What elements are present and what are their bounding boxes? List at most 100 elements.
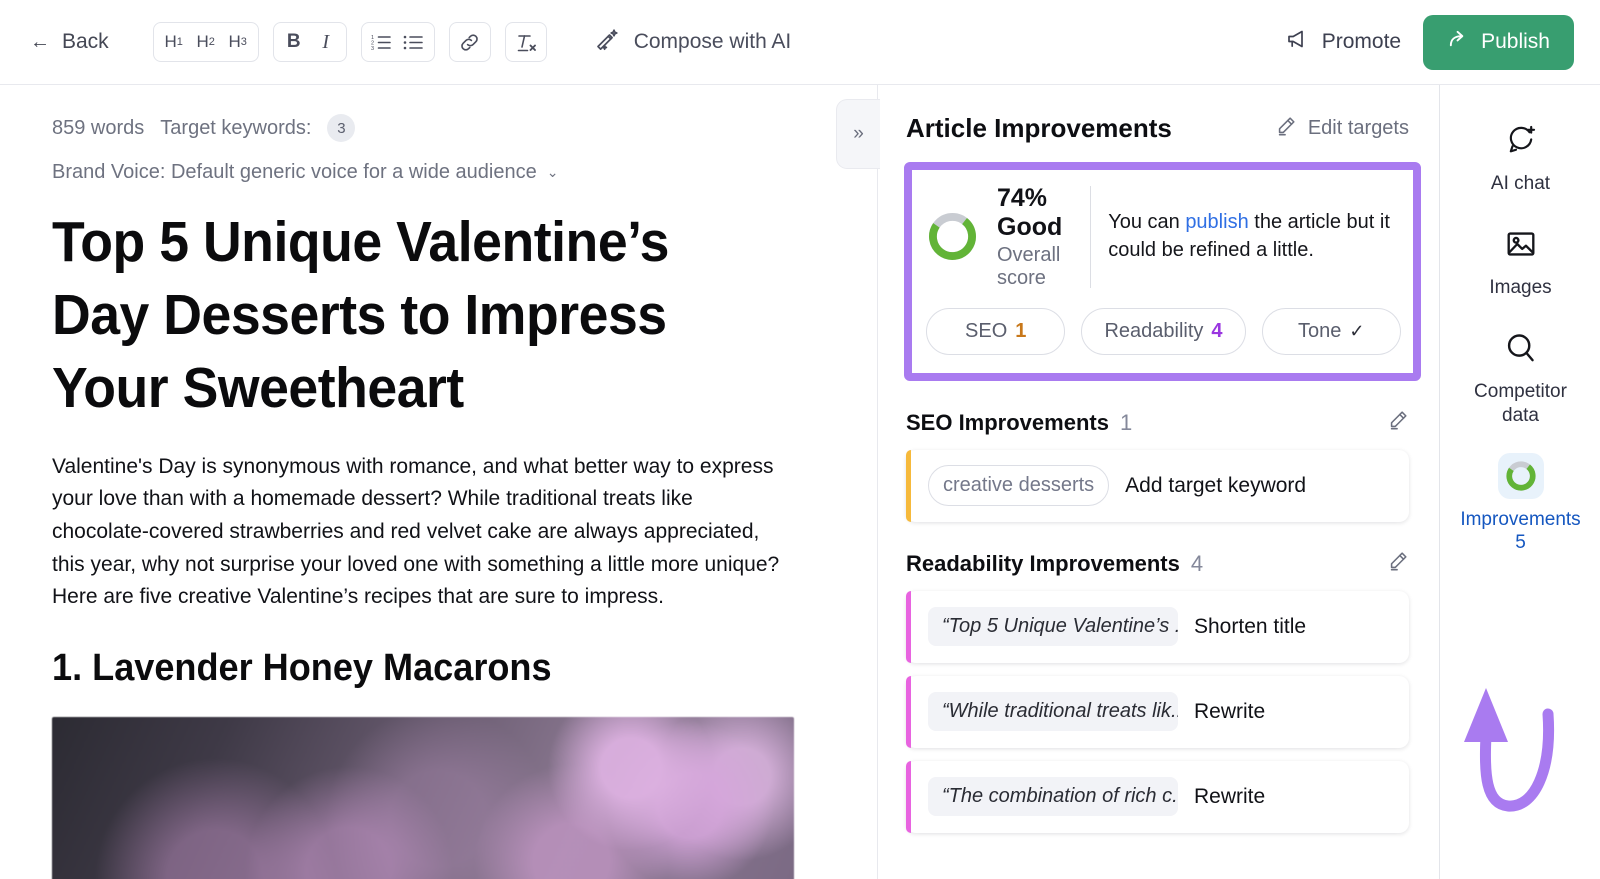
toolbar-right-actions: Promote Publish: [1271, 15, 1600, 70]
target-keywords-label: Target keywords:: [160, 117, 311, 140]
heading-button-group: H1 H2 H3: [153, 22, 259, 62]
score-divider: [1090, 186, 1091, 288]
score-donut-icon: [926, 210, 979, 263]
readability-snippet: “While traditional treats lik...: [928, 692, 1178, 731]
search-icon: [1498, 325, 1544, 371]
compose-with-ai-button[interactable]: Compose with AI: [595, 27, 792, 58]
publish-link[interactable]: publish: [1185, 211, 1248, 233]
readability-snippet: “Top 5 Unique Valentine’s ...: [928, 607, 1178, 646]
edit-targets-button[interactable]: Edit targets: [1275, 115, 1409, 143]
megaphone-icon: [1285, 27, 1309, 57]
readability-edit-icon[interactable]: [1387, 550, 1409, 578]
sidebar-item-improvements[interactable]: Improvements 5: [1441, 453, 1600, 554]
score-text: 74% Good Overall score: [997, 184, 1070, 290]
readability-card-action: Rewrite: [1194, 700, 1265, 724]
back-button[interactable]: ← Back: [30, 30, 109, 54]
article-section-heading[interactable]: 1. Lavender Honey Macarons: [52, 647, 786, 690]
svg-text:3: 3: [371, 46, 374, 51]
readability-improvement-card[interactable]: “The combination of rich c... Rewrite: [906, 761, 1409, 833]
pill-seo-value: 1: [1015, 320, 1026, 343]
publish-label: Publish: [1481, 30, 1550, 54]
clear-format-group: [505, 22, 547, 62]
promote-label: Promote: [1322, 30, 1401, 54]
score-donut-icon: [1498, 453, 1544, 499]
h3-button[interactable]: H3: [222, 26, 254, 58]
link-icon[interactable]: [454, 26, 486, 58]
overall-score-highlight: 74% Good Overall score You can publish t…: [904, 162, 1421, 381]
bullet-list-icon[interactable]: [398, 26, 430, 58]
pill-tone-check-icon: ✓: [1349, 321, 1364, 342]
pill-tone-label: Tone: [1298, 320, 1341, 343]
seo-keyword-chip: creative desserts: [928, 465, 1109, 506]
ai-chat-icon: [1498, 117, 1544, 163]
target-keywords-count[interactable]: 3: [327, 114, 355, 142]
back-label: Back: [62, 30, 109, 54]
compose-label: Compose with AI: [634, 30, 792, 54]
sidebar-label-competitor-data: Competitor data: [1456, 380, 1586, 426]
panel-collapse-button[interactable]: »: [836, 99, 880, 169]
top-toolbar: ← Back H1 H2 H3 B I 1 2 3: [0, 0, 1600, 85]
score-sublabel: Overall score: [997, 244, 1070, 290]
score-message-before: You can: [1108, 211, 1185, 233]
seo-improvement-card[interactable]: creative desserts Add target keyword: [906, 450, 1409, 522]
italic-button[interactable]: I: [310, 26, 342, 58]
link-button-group: [449, 22, 491, 62]
article-meta-row: 859 words Target keywords: 3: [52, 114, 825, 142]
sidebar-label-images: Images: [1489, 276, 1551, 299]
back-arrow-icon: ←: [30, 32, 50, 52]
pill-tone[interactable]: Tone ✓: [1262, 308, 1401, 355]
chevron-down-icon: ⌄: [547, 164, 559, 181]
image-icon: [1498, 221, 1544, 267]
seo-card-action: Add target keyword: [1125, 474, 1306, 498]
edit-targets-label: Edit targets: [1308, 117, 1409, 140]
share-arrow-icon: [1447, 28, 1470, 57]
lavender-photo: [52, 717, 794, 879]
sidebar-item-competitor-data[interactable]: Competitor data: [1441, 325, 1600, 426]
pill-readability-value: 4: [1211, 320, 1222, 343]
clear-formatting-icon[interactable]: [510, 26, 542, 58]
readability-improvements-header: Readability Improvements 4: [906, 550, 1409, 578]
h1-button[interactable]: H1: [158, 26, 190, 58]
ordered-list-icon[interactable]: 1 2 3: [366, 26, 398, 58]
pill-readability[interactable]: Readability 4: [1081, 308, 1245, 355]
article-paragraph[interactable]: Valentine's Day is synonymous with roman…: [52, 451, 792, 614]
word-count: 859 words: [52, 117, 144, 140]
readability-card-action: Shorten title: [1194, 615, 1306, 639]
article-title[interactable]: Top 5 Unique Valentine’s Day Desserts to…: [52, 206, 779, 425]
score-pill-row: SEO 1 Readability 4 Tone ✓: [926, 308, 1401, 355]
score-row: 74% Good Overall score You can publish t…: [926, 184, 1401, 290]
brand-voice-label: Brand Voice: Default generic voice for a…: [52, 161, 537, 184]
seo-improvements-header: SEO Improvements 1: [906, 409, 1409, 437]
score-percent: 74% Good: [997, 184, 1070, 242]
promote-button[interactable]: Promote: [1271, 19, 1415, 65]
readability-section-title: Readability Improvements: [906, 551, 1180, 577]
pill-seo[interactable]: SEO 1: [926, 308, 1065, 355]
pencil-icon: [1275, 115, 1297, 143]
pill-readability-label: Readability: [1104, 320, 1203, 343]
article-editor[interactable]: 859 words Target keywords: 3 Brand Voice…: [0, 85, 878, 879]
readability-improvement-card[interactable]: “While traditional treats lik... Rewrite: [906, 676, 1409, 748]
sidebar-item-ai-chat[interactable]: AI chat: [1441, 117, 1600, 195]
brand-voice-selector[interactable]: Brand Voice: Default generic voice for a…: [52, 161, 825, 184]
page-title: Article Improvements: [906, 113, 1172, 144]
readability-card-action: Rewrite: [1194, 785, 1265, 809]
right-sidebar: AI chat Images Competitor data: [1441, 85, 1600, 879]
article-improvements-panel: Article Improvements Edit targets: [878, 85, 1440, 879]
bold-button[interactable]: B: [278, 26, 310, 58]
pill-seo-label: SEO: [965, 320, 1007, 343]
sidebar-label-ai-chat: AI chat: [1491, 172, 1550, 195]
score-message: You can publish the article but it could…: [1108, 209, 1401, 264]
text-style-group: B I: [273, 22, 347, 62]
h2-button[interactable]: H2: [190, 26, 222, 58]
sidebar-label-improvements: Improvements 5: [1456, 508, 1586, 554]
publish-button[interactable]: Publish: [1423, 15, 1574, 70]
seo-edit-icon[interactable]: [1387, 409, 1409, 437]
list-button-group: 1 2 3: [361, 22, 435, 62]
readability-improvement-card[interactable]: “Top 5 Unique Valentine’s ... Shorten ti…: [906, 591, 1409, 663]
seo-section-count: 1: [1120, 410, 1132, 436]
seo-section-title: SEO Improvements: [906, 410, 1109, 436]
magic-wand-icon: [595, 27, 620, 58]
readability-section-count: 4: [1191, 551, 1203, 577]
double-chevron-right-icon: »: [853, 123, 864, 145]
sidebar-item-images[interactable]: Images: [1441, 221, 1600, 299]
